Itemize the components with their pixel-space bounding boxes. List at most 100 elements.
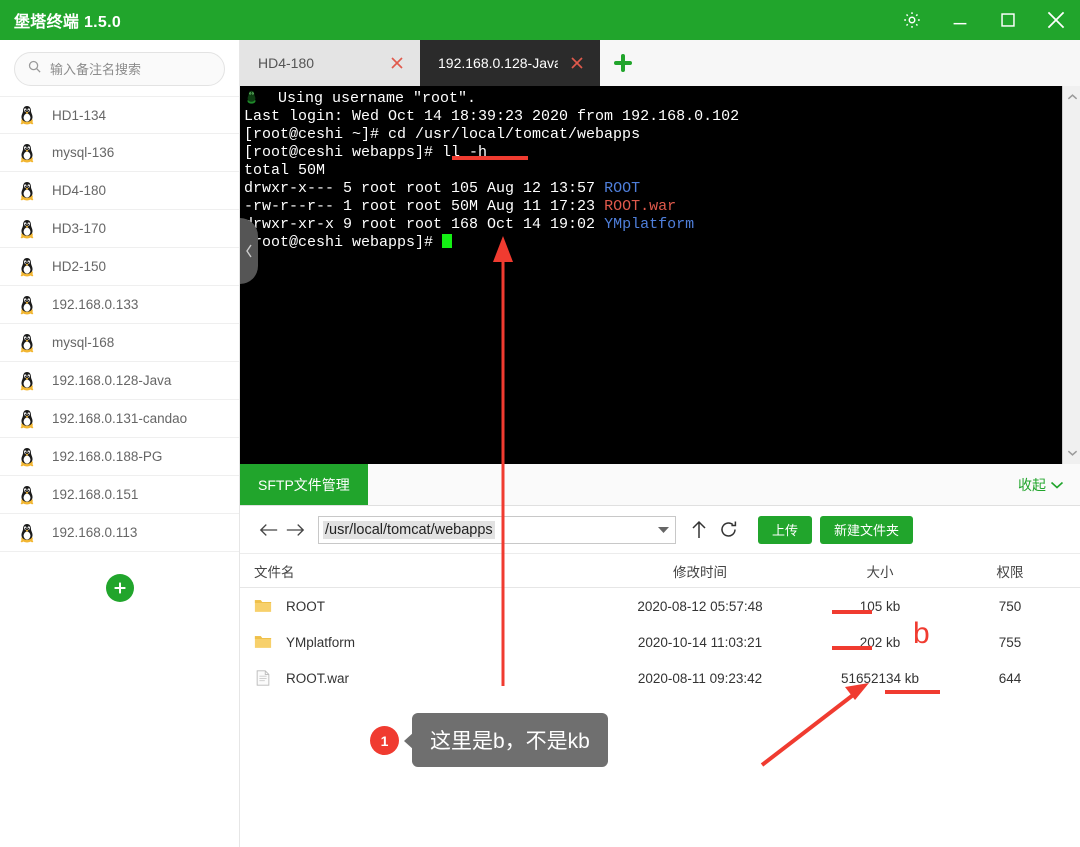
host-label: 192.168.0.188-PG xyxy=(52,449,163,464)
title-bar: 堡塔终端 1.5.0 xyxy=(0,0,1080,40)
close-icon[interactable] xyxy=(564,50,590,76)
annotation-badge-number: 1 xyxy=(380,732,389,749)
new-folder-button[interactable]: 新建文件夹 xyxy=(820,515,914,544)
terminal-line: Last login: Wed Oct 14 18:39:23 2020 fro… xyxy=(244,108,1058,126)
terminal-text: Last login: Wed Oct 14 18:39:23 2020 fro… xyxy=(244,108,740,125)
host-label: HD2-150 xyxy=(52,259,107,274)
host-list-item[interactable]: mysql-168 xyxy=(0,324,239,362)
sidebar: HD1-134 mysql-136 HD4-180 HD3-170 HD2-150 192… xyxy=(0,40,240,847)
terminal-line: [root@ceshi ~]# cd /usr/local/tomcat/web… xyxy=(244,126,1058,144)
host-list-item[interactable]: 192.168.0.151 xyxy=(0,476,239,514)
host-list-item[interactable]: HD2-150 xyxy=(0,248,239,286)
path-combobox[interactable]: /usr/local/tomcat/webapps xyxy=(318,515,676,544)
annotation-callout-text: 这里是b，不是kb xyxy=(430,730,590,753)
gear-icon[interactable] xyxy=(888,0,936,40)
arrow-right-icon[interactable] xyxy=(282,517,308,543)
file-perm: 755 xyxy=(998,634,1022,650)
file-time: 2020-10-14 11:03:21 xyxy=(637,634,763,650)
close-icon[interactable] xyxy=(1032,0,1080,40)
terminal-text: [root@ceshi webapps]# xyxy=(244,234,443,251)
file-row[interactable]: ROOT 2020-08-12 05:57:48 105 kb 750 xyxy=(240,588,1080,624)
terminal[interactable]: Using username "root". Last login: Wed Oc… xyxy=(240,86,1080,464)
host-list-item[interactable]: 192.168.0.133 xyxy=(0,286,239,324)
file-table-header: 文件名 修改时间 大小 权限 xyxy=(240,554,1080,588)
sftp-header: SFTP文件管理 收起 xyxy=(240,464,1080,506)
terminal-text: ROOT xyxy=(604,180,641,197)
sftp-collapse-label: 收起 xyxy=(1018,476,1046,493)
tab-192-168-0-128-java[interactable]: 192.168.0.128-Java xyxy=(420,40,600,86)
linux-icon xyxy=(20,371,34,390)
host-label: 192.168.0.133 xyxy=(52,297,139,312)
refresh-icon[interactable] xyxy=(714,516,744,544)
folder-icon xyxy=(254,600,272,612)
terminal-collapse-handle[interactable] xyxy=(240,218,258,284)
file-name: ROOT.war xyxy=(286,670,350,686)
search-box[interactable] xyxy=(14,52,225,86)
folder-icon xyxy=(254,636,272,648)
column-header-size: 大小 xyxy=(866,564,894,580)
add-host-icon[interactable] xyxy=(105,574,134,602)
search-input[interactable] xyxy=(50,61,212,77)
file-name-cell: ROOT.war xyxy=(240,669,600,687)
host-list-item[interactable]: 192.168.0.113 xyxy=(0,514,239,552)
linux-icon xyxy=(20,143,34,162)
terminal-line: drwxr-xr-x 9 root root 168 Oct 14 19:02 … xyxy=(244,216,1058,234)
host-list-item[interactable]: HD1-134 xyxy=(0,96,239,134)
host-list-item[interactable]: mysql-136 xyxy=(0,134,239,172)
file-size: 105 kb xyxy=(859,598,901,614)
terminal-text: [root@ceshi webapps]# ll -h xyxy=(244,144,488,161)
annotation-badge: 1 xyxy=(370,726,399,755)
new-tab-button[interactable] xyxy=(600,40,646,86)
host-list-item[interactable]: 192.168.0.131-candao xyxy=(0,400,239,438)
close-icon[interactable] xyxy=(384,50,410,76)
file-row[interactable]: ROOT.war 2020-08-11 09:23:42 51652134 kb 64… xyxy=(240,660,1080,696)
column-header-name: 文件名 xyxy=(254,564,295,580)
file-name-cell: ROOT xyxy=(240,597,600,615)
minimize-icon[interactable] xyxy=(936,0,984,40)
tab-label: HD4-180 xyxy=(258,55,315,71)
linux-icon xyxy=(20,409,34,428)
terminal-text: -rw-r--r-- 1 root root 50M Aug 11 17:23 xyxy=(244,198,605,215)
sftp-toolbar: /usr/local/tomcat/webapps 上传 新建文件夹 xyxy=(240,506,1080,554)
maximize-icon[interactable] xyxy=(984,0,1032,40)
sftp-panel: SFTP文件管理 收起 /usr/local/tomcat/webapps 上传… xyxy=(240,464,1080,847)
linux-icon xyxy=(20,219,34,238)
terminal-text: drwxr-x--- 5 root root 105 Aug 12 13:57 xyxy=(244,180,605,197)
linux-icon xyxy=(20,447,34,466)
terminal-text: ROOT.war xyxy=(604,198,677,215)
upload-button[interactable]: 上传 xyxy=(758,515,813,544)
arrow-up-icon[interactable] xyxy=(684,516,714,544)
file-row[interactable]: YMplatform 2020-10-14 11:03:21 202 kb 755 xyxy=(240,624,1080,660)
window-controls xyxy=(888,0,1080,40)
terminal-line: [root@ceshi webapps]# ll -h xyxy=(244,144,1058,162)
host-list-item[interactable]: HD3-170 xyxy=(0,210,239,248)
terminal-text: [root@ceshi ~]# cd /usr/local/tomcat/web… xyxy=(244,126,641,143)
file-perm: 750 xyxy=(998,598,1022,614)
host-label: HD4-180 xyxy=(52,183,107,198)
chevron-up-icon[interactable] xyxy=(1063,88,1080,106)
tab-hd4-180[interactable]: HD4-180 xyxy=(240,40,420,86)
linux-icon xyxy=(20,181,34,200)
file-size: 51652134 kb xyxy=(840,670,920,686)
path-value: /usr/local/tomcat/webapps xyxy=(323,520,495,539)
terminal-text: YMplatform xyxy=(604,216,695,233)
add-host-container xyxy=(0,552,239,602)
host-list-item[interactable]: 192.168.0.128-Java xyxy=(0,362,239,400)
app-title: 堡塔终端 1.5.0 xyxy=(14,14,122,31)
file-name-cell: YMplatform xyxy=(240,633,600,651)
sftp-tab[interactable]: SFTP文件管理 xyxy=(240,464,368,505)
host-list-item[interactable]: 192.168.0.188-PG xyxy=(0,438,239,476)
terminal-cursor xyxy=(442,234,453,248)
terminal-scrollbar[interactable] xyxy=(1062,86,1080,464)
tab-strip: HD4-180 192.168.0.128-Java xyxy=(240,40,1080,86)
caret-down-icon[interactable] xyxy=(658,521,669,539)
host-list-item[interactable]: HD4-180 xyxy=(0,172,239,210)
terminal-line: drwxr-x--- 5 root root 105 Aug 12 13:57 … xyxy=(244,180,1058,198)
sftp-collapse-button[interactable]: 收起 xyxy=(1018,464,1080,505)
chevron-down-icon[interactable] xyxy=(1063,444,1080,462)
linux-icon xyxy=(20,106,34,125)
terminal-line: [root@ceshi webapps]# xyxy=(244,234,1058,252)
host-label: 192.168.0.113 xyxy=(52,525,138,540)
host-list: HD1-134 mysql-136 HD4-180 HD3-170 HD2-150 192… xyxy=(0,96,239,552)
arrow-left-icon[interactable] xyxy=(256,517,282,543)
